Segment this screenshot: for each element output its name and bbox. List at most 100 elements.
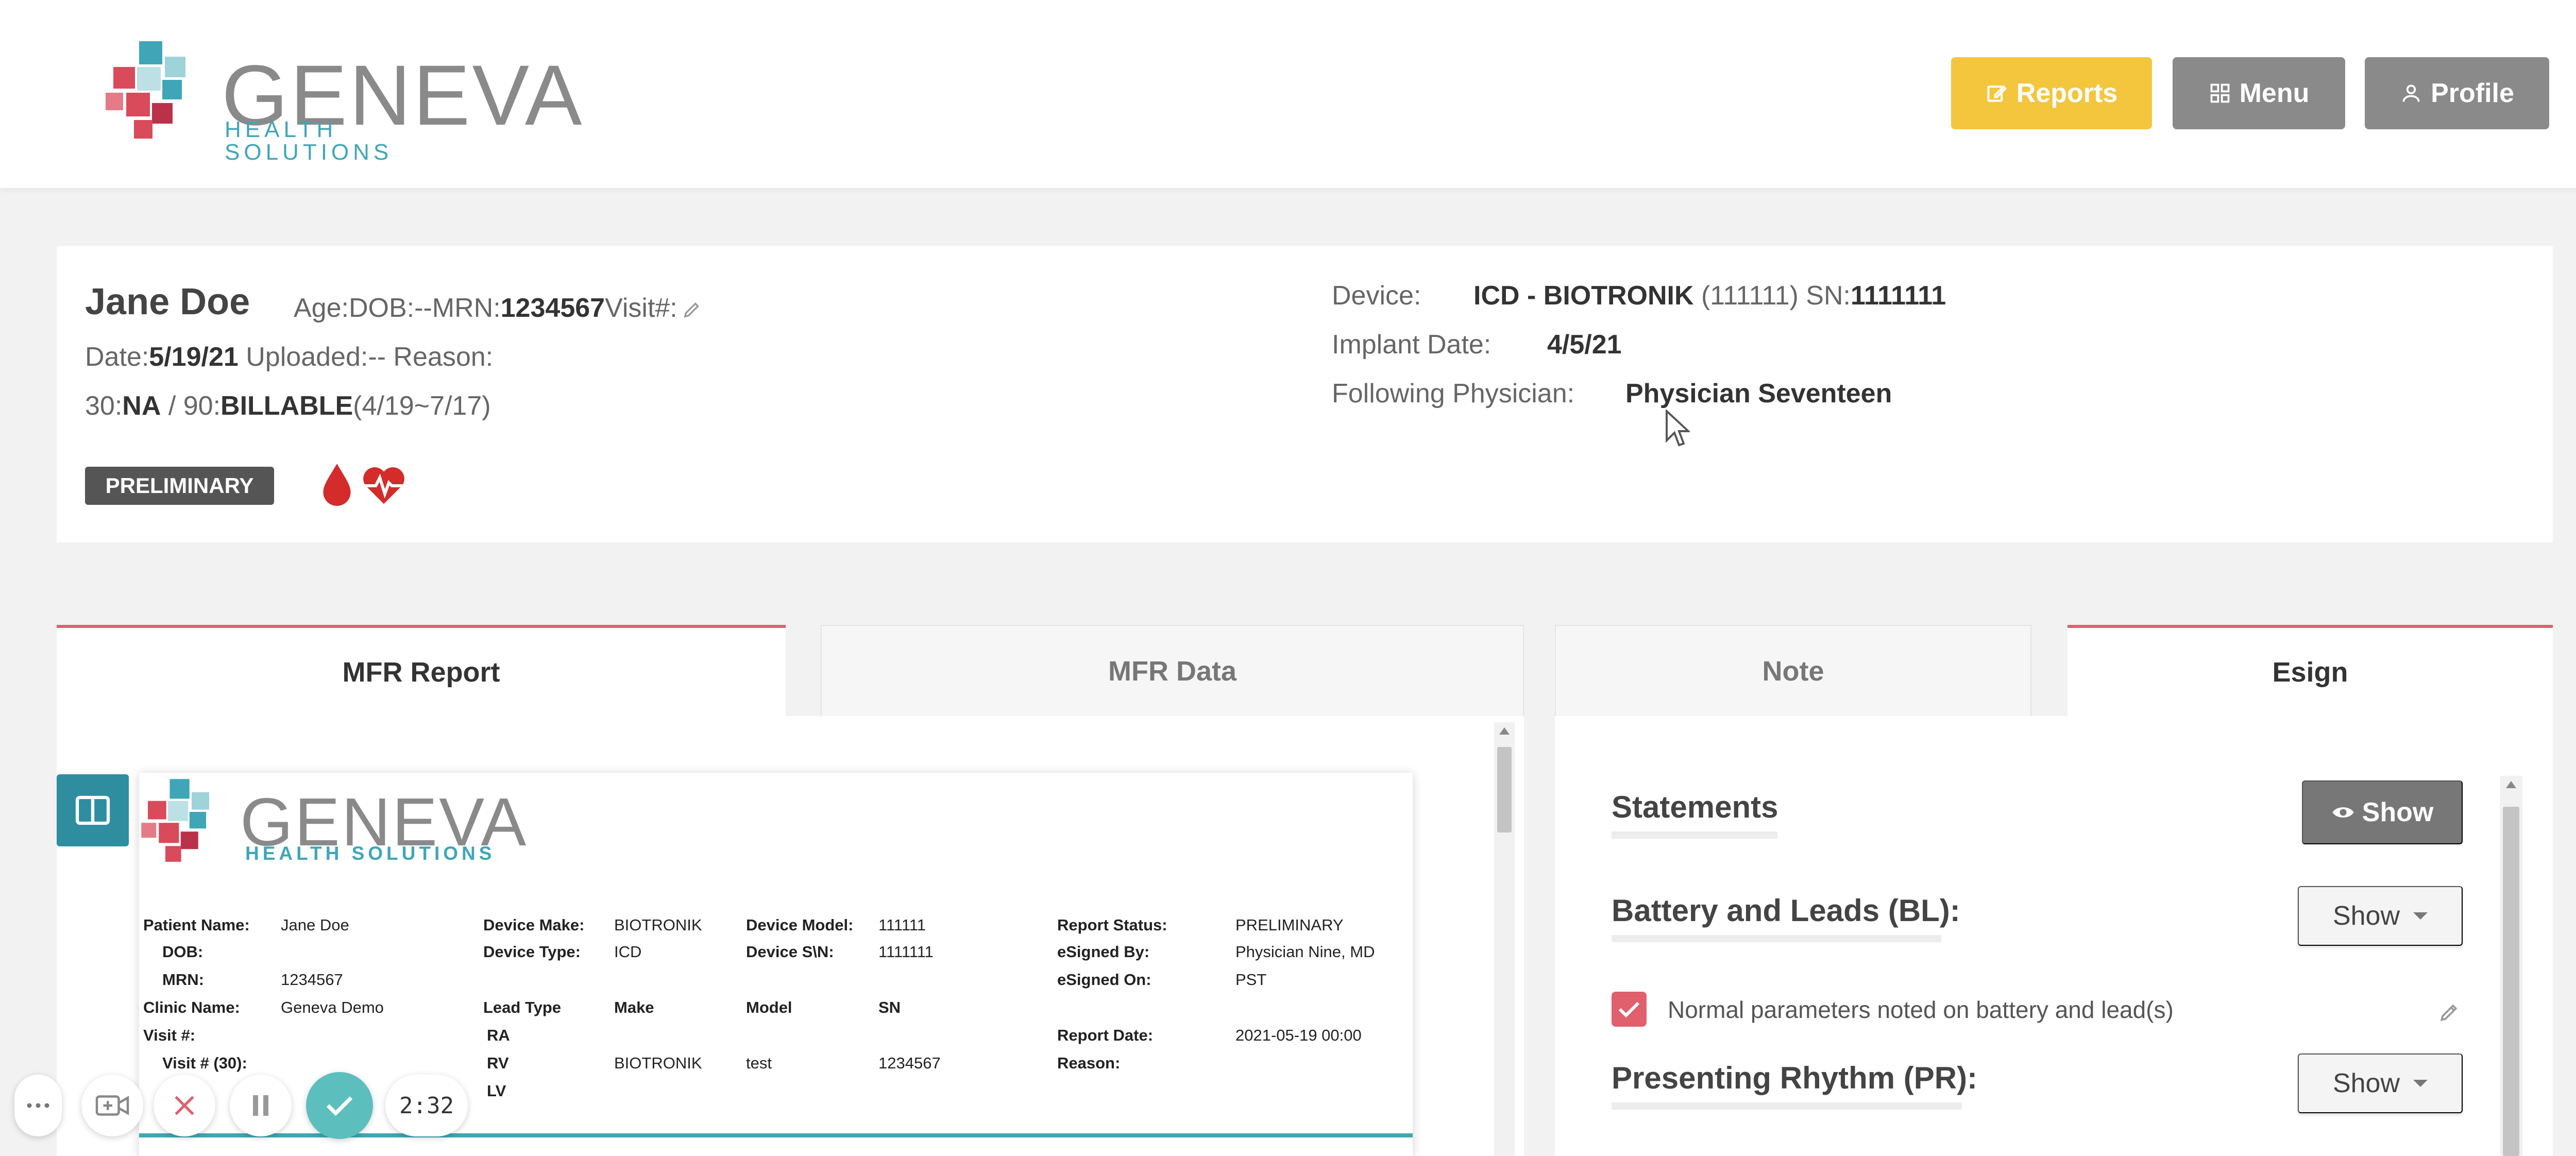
- battery-leads-show-dropdown[interactable]: Show: [2298, 886, 2463, 946]
- patient-id-line: Age:DOB:--MRN:1234567Visit#:: [294, 293, 702, 324]
- report-date: 2021-05-19 00:00: [1235, 1026, 1362, 1044]
- recorder-time-text: 2:32: [399, 1092, 454, 1119]
- chevron-down-icon: [2413, 912, 2428, 920]
- tab-mfr-report[interactable]: MFR Report: [57, 625, 786, 716]
- period-30-value: NA: [122, 391, 161, 421]
- app-header: GENEVA HEALTH SOLUTIONS Reports Menu Pro…: [0, 0, 2576, 188]
- check-icon: [1618, 1001, 1640, 1018]
- device-type-value: ICD - BIOTRONIK: [1473, 281, 1694, 311]
- report-clinic-label: Clinic Name:: [143, 998, 240, 1016]
- profile-button[interactable]: Profile: [2365, 57, 2549, 129]
- split-view-button[interactable]: [57, 774, 129, 846]
- report-scrollbar-thumb[interactable]: [1497, 747, 1512, 832]
- report-dob-label: DOB:: [162, 943, 204, 961]
- edit-icon: [1987, 85, 2007, 102]
- following-physician-label: Following Physician:: [1332, 379, 1575, 409]
- billing-range: (4/19~7/17): [353, 391, 491, 421]
- report-esigned-by: Physician Nine, MD: [1235, 943, 1375, 961]
- mrn-value: 1234567: [500, 293, 605, 323]
- age-label: Age:: [294, 293, 349, 323]
- report-mrn: 1234567: [281, 971, 343, 989]
- report-lead-lv: LV: [487, 1082, 506, 1100]
- edit-statement-icon[interactable]: [2438, 1001, 2461, 1024]
- report-patient-name: Jane Doe: [281, 916, 349, 934]
- report-clinic: Geneva Demo: [281, 998, 384, 1016]
- report-rv-sn: 1234567: [878, 1054, 941, 1072]
- mrn-label: MRN:: [432, 293, 501, 323]
- report-rv-model: test: [746, 1054, 772, 1072]
- recorder-camera-button[interactable]: [81, 1075, 143, 1136]
- status-badge: PRELIMINARY: [85, 467, 274, 505]
- report-model-label: Model: [746, 998, 792, 1016]
- report-scroll-up-icon[interactable]: [1499, 727, 1510, 735]
- implant-date-value: 4/5/21: [1547, 329, 1622, 360]
- battery-leads-title: Battery and Leads (BL):: [1612, 893, 1960, 928]
- visit-label: Visit#:: [605, 293, 677, 323]
- report-logo-mark-icon: [141, 779, 209, 862]
- report-make-label: Make: [614, 998, 654, 1016]
- report-logo-tagline: HEALTH SOLUTIONS: [245, 843, 496, 864]
- device-sn-value: 1111111: [1850, 281, 1946, 311]
- presenting-rhythm-underline: [1612, 1102, 1962, 1110]
- menu-button-label: Menu: [2239, 78, 2310, 108]
- dob-value: --: [414, 293, 432, 323]
- camera-add-icon: [95, 1095, 129, 1116]
- recorder-more-button[interactable]: [14, 1075, 62, 1136]
- report-esigned-on: PST: [1235, 971, 1267, 989]
- device-value: ICD - BIOTRONIK (111111) SN:1111111: [1473, 280, 1946, 311]
- date-value: 5/19/21: [149, 342, 239, 372]
- menu-button[interactable]: Menu: [2173, 57, 2345, 129]
- period-90-value: BILLABLE: [221, 391, 353, 421]
- battery-leads-underline: [1612, 935, 1941, 942]
- uploaded-value: --: [368, 342, 386, 372]
- presenting-rhythm-show-label: Show: [2332, 1068, 2400, 1098]
- presenting-rhythm-show-dropdown[interactable]: Show: [2298, 1053, 2463, 1113]
- battery-statement-checkbox[interactable]: [1612, 992, 1647, 1027]
- logo-tagline: HEALTH SOLUTIONS: [225, 117, 393, 165]
- esign-scrollbar[interactable]: [2500, 776, 2522, 1156]
- report-lead-ra: RA: [487, 1026, 510, 1044]
- uploaded-label: Uploaded:: [246, 342, 368, 372]
- report-status-label: Report Status:: [1057, 916, 1167, 934]
- tab-mfr-data[interactable]: MFR Data: [821, 625, 1524, 716]
- geneva-logo[interactable]: GENEVA HEALTH SOLUTIONS: [103, 39, 582, 164]
- report-device-model-label: Device Model:: [746, 916, 854, 934]
- report-esigned-by-label: eSigned By:: [1057, 943, 1150, 961]
- recorder-pause-button[interactable]: [230, 1075, 292, 1136]
- user-icon: [2402, 84, 2420, 102]
- mouse-cursor-icon: [1666, 410, 1690, 447]
- esign-scrollbar-thumb[interactable]: [2503, 807, 2519, 1156]
- statements-show-button[interactable]: Show: [2302, 780, 2463, 844]
- implant-date-label: Implant Date:: [1332, 330, 1492, 360]
- tab-esign[interactable]: Esign: [2067, 625, 2553, 716]
- report-sn-label: SN: [878, 998, 901, 1016]
- recorder-timer: 2:32: [385, 1075, 468, 1136]
- report-device-sn: 1111111: [878, 943, 934, 961]
- report-reason-label: Reason:: [1057, 1054, 1121, 1072]
- period-90-label: / 90:: [161, 391, 221, 421]
- report-visit-label: Visit #:: [143, 1026, 196, 1044]
- esign-scroll-up-icon[interactable]: [2506, 781, 2516, 788]
- implant-date-text: 4/5/21: [1547, 330, 1622, 360]
- tab-note[interactable]: Note: [1555, 625, 2031, 716]
- geneva-logo-mark-icon: [106, 41, 185, 139]
- recorder-cancel-button[interactable]: [154, 1075, 215, 1136]
- presenting-rhythm-title: Presenting Rhythm (PR):: [1612, 1061, 1978, 1095]
- report-patient-name-label: Patient Name:: [143, 916, 250, 934]
- physician-name-text: Physician Seventeen: [1625, 379, 1892, 409]
- recorder-finish-button[interactable]: [306, 1072, 373, 1139]
- statements-show-label: Show: [2362, 797, 2434, 827]
- report-visit30-label: Visit # (30):: [162, 1054, 247, 1072]
- date-label: Date:: [85, 342, 149, 372]
- more-icon: [27, 1103, 49, 1108]
- report-device-model: 111111: [878, 916, 926, 934]
- device-label: Device:: [1332, 281, 1421, 311]
- reports-button[interactable]: Reports: [1951, 57, 2152, 129]
- patient-name: Jane Doe: [85, 281, 250, 322]
- following-physician-value: Physician Seventeen: [1625, 378, 1892, 409]
- report-device-type-label: Device Type:: [483, 943, 581, 961]
- report-scrollbar[interactable]: [1494, 722, 1515, 1156]
- edit-visit-icon[interactable]: [682, 299, 702, 320]
- grid-icon: [2210, 83, 2229, 103]
- report-logo: GENEVA HEALTH SOLUTIONS: [139, 777, 526, 870]
